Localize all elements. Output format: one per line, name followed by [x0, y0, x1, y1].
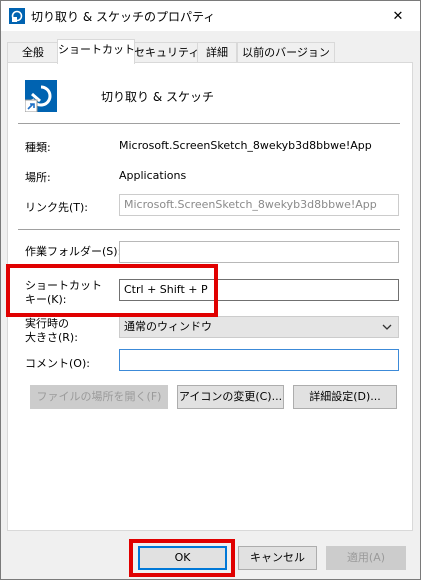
location-value: Applications — [119, 169, 187, 182]
comment-label: コメント(O): — [25, 357, 90, 370]
advanced-button[interactable]: 詳細設定(D)... — [293, 385, 397, 409]
tab-details[interactable]: 詳細 — [197, 42, 237, 63]
target-label: リンク先(T): — [25, 201, 89, 214]
type-value: Microsoft.ScreenSketch_8wekyb3d8bbwe!App — [119, 139, 372, 152]
properties-window: 切り取り & スケッチのプロパティ ✕ 全般 ショートカット セキュリティ 詳細… — [0, 0, 421, 580]
location-label: 場所: — [25, 171, 51, 184]
run-size-label-line2: 大きさ(R): — [25, 331, 78, 344]
tab-previous-versions[interactable]: 以前のバージョン — [237, 42, 335, 63]
run-size-select[interactable]: 通常のウィンドウ — [119, 316, 399, 338]
shortcut-key-label-line2: キー(K): — [25, 293, 67, 306]
close-icon: ✕ — [392, 8, 404, 24]
workdir-label: 作業フォルダー(S): — [25, 245, 122, 258]
tab-security[interactable]: セキュリティ — [133, 42, 199, 63]
ok-button[interactable]: OK — [138, 546, 227, 570]
title-bar[interactable]: 切り取り & スケッチのプロパティ ✕ — [1, 1, 420, 31]
app-icon — [25, 80, 57, 112]
snip-sketch-icon — [9, 8, 25, 24]
shortcut-tab-panel: 切り取り & スケッチ 種類: Microsoft.ScreenSketch_8… — [7, 62, 413, 531]
change-icon-button[interactable]: アイコンの変更(C)... — [177, 385, 284, 409]
target-field[interactable]: Microsoft.ScreenSketch_8wekyb3d8bbwe!App — [119, 194, 399, 216]
type-label: 種類: — [25, 141, 51, 154]
app-name: 切り取り & スケッチ — [101, 90, 214, 104]
window-title: 切り取り & スケッチのプロパティ — [31, 10, 216, 24]
open-file-location-button[interactable]: ファイルの場所を開く(F) — [30, 385, 168, 409]
apply-button[interactable]: 適用(A) — [326, 546, 406, 570]
cancel-button[interactable]: キャンセル — [238, 546, 317, 570]
divider-top — [18, 123, 400, 124]
close-button[interactable]: ✕ — [376, 1, 420, 31]
run-size-value: 通常のウィンドウ — [124, 320, 212, 333]
tab-shortcut[interactable]: ショートカット — [57, 39, 135, 64]
chevron-down-icon — [382, 324, 392, 330]
divider-middle — [18, 229, 400, 230]
tab-general[interactable]: 全般 — [7, 42, 59, 63]
shortcut-key-field[interactable]: Ctrl + Shift + P — [119, 279, 399, 301]
comment-field[interactable] — [119, 349, 399, 371]
workdir-field[interactable] — [119, 241, 399, 263]
